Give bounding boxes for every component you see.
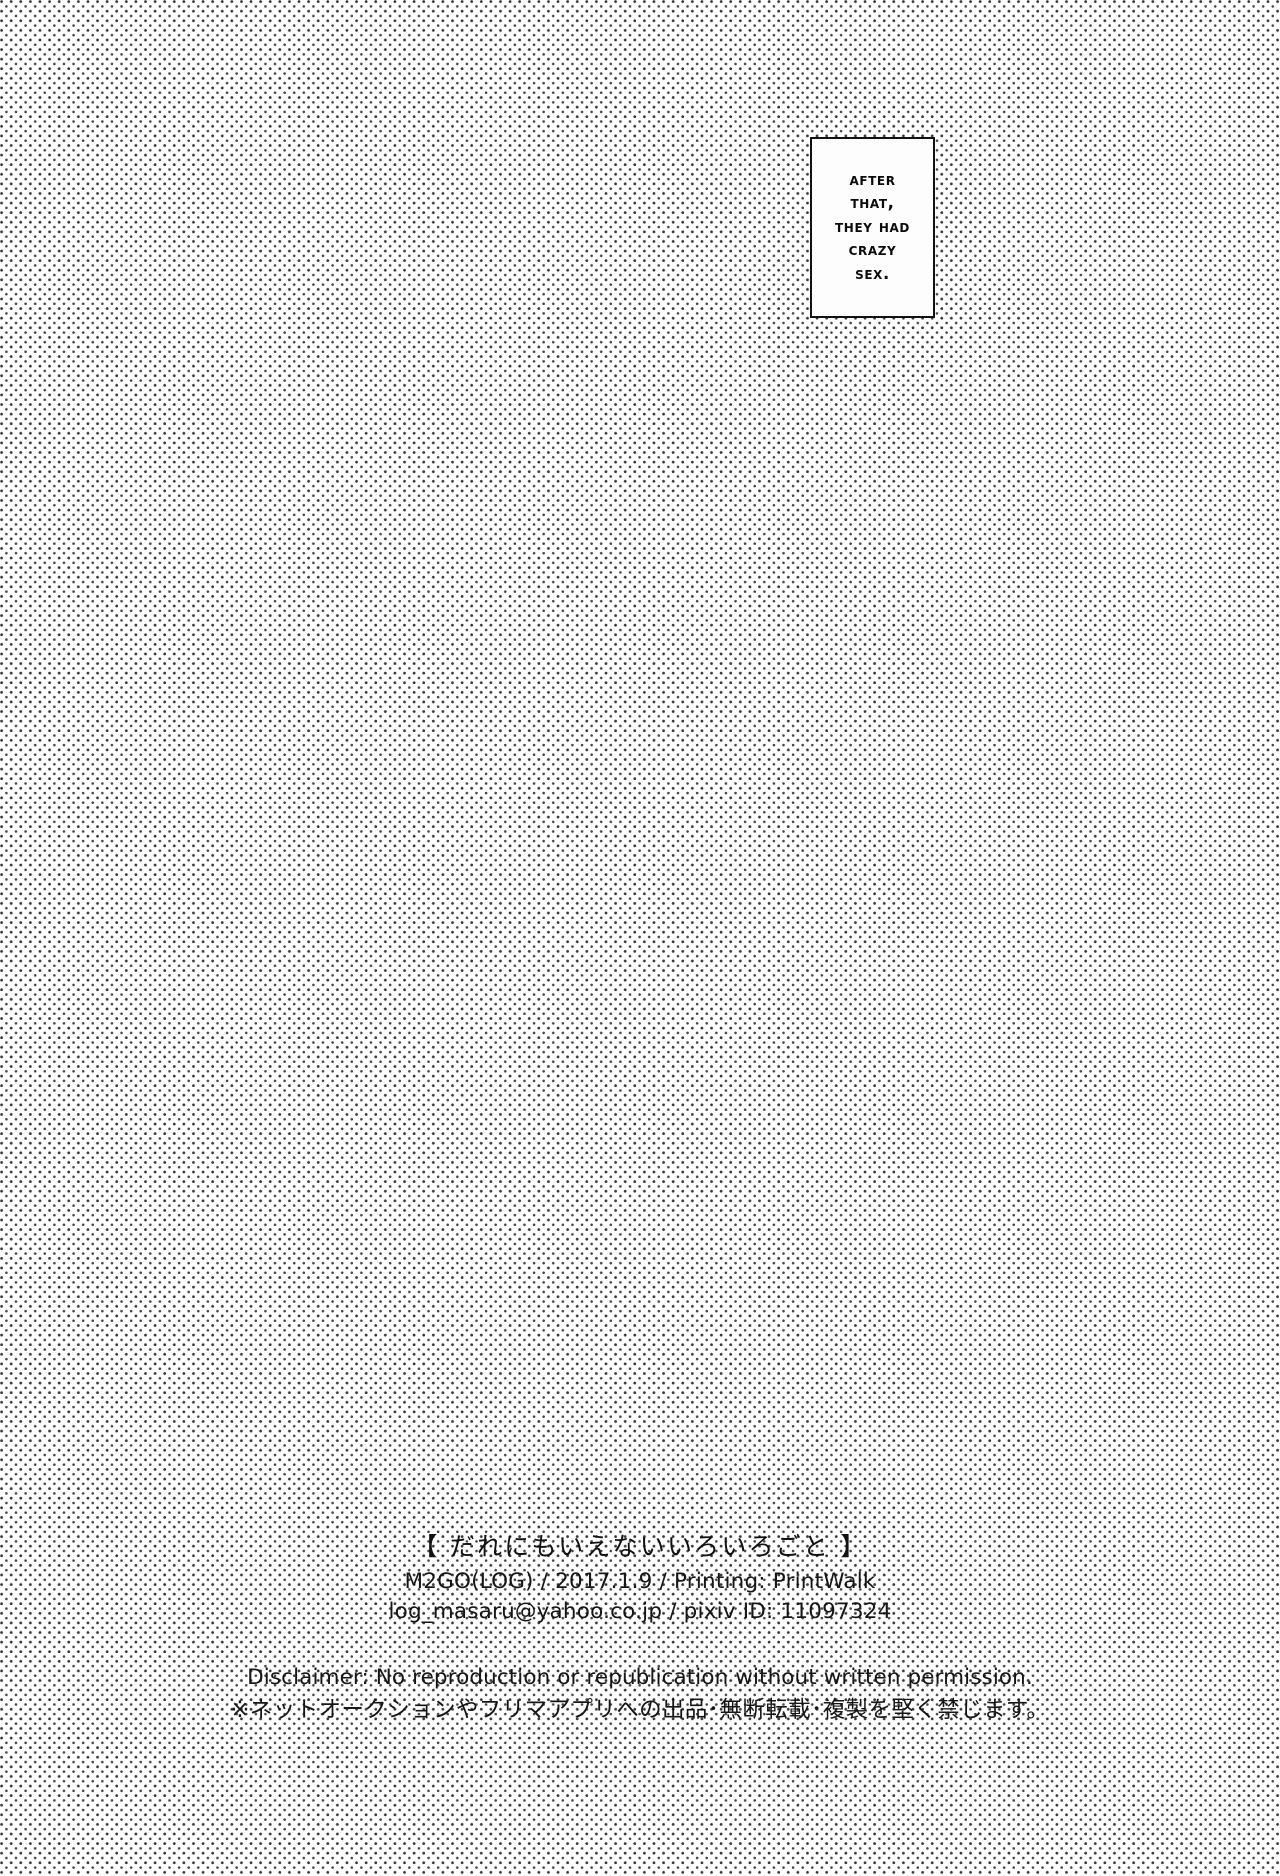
- colophon-block: 【 だれにもいえないいろいろごと 】 M2GO(LOG) / 2017.1.9 …: [0, 1530, 1280, 1728]
- caption-line-1: After: [849, 169, 896, 189]
- disclaimer-english: Disclaimer: No reproduction or republica…: [247, 1664, 1033, 1690]
- colophon-contact-pixiv-id: log_masaru@yahoo.co.jp / pixiv ID: 11097…: [388, 1599, 892, 1625]
- caption-line-5: sex.: [855, 263, 890, 283]
- colophon-circle-date-printer: M2GO(LOG) / 2017.1.9 / Printing: PrintWa…: [404, 1568, 876, 1594]
- caption-line-2: that,: [850, 193, 895, 213]
- colophon-title: 【 だれにもいえないいろいろごと 】: [412, 1532, 868, 1561]
- caption-line-3: they had: [835, 216, 910, 236]
- colophon-spacer: [0, 1628, 1280, 1662]
- disclaimer-japanese: ※ネットオークションやフリマアプリへの出品･無断転載･複製を堅く禁じます。: [230, 1696, 1050, 1723]
- after-that-caption-box: After that, they had crazy sex.: [810, 137, 935, 318]
- comic-colophon-page: After that, they had crazy sex. 【 だれにもいえ…: [0, 0, 1280, 1876]
- caption-line-4: crazy: [848, 240, 897, 260]
